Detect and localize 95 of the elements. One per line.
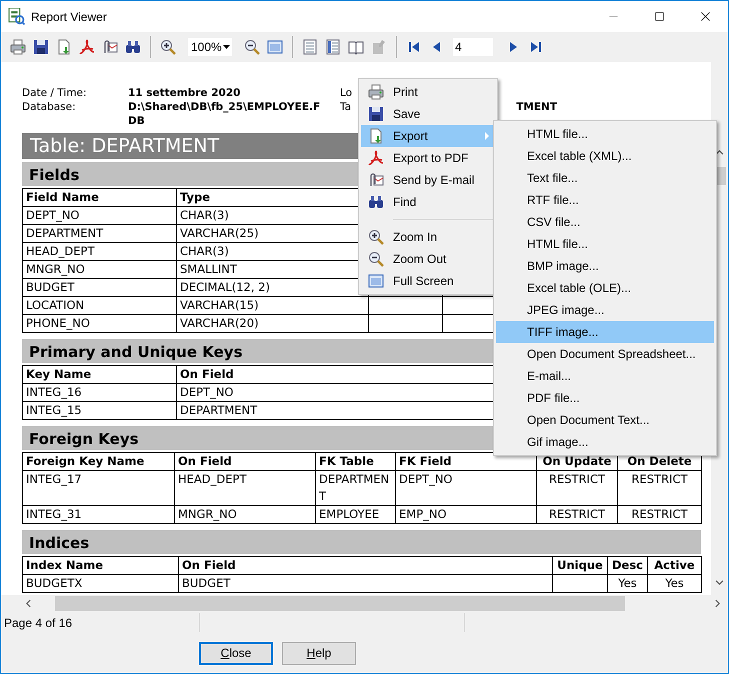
- info-value: D:\Shared\DB\fb_25\EMPLOYEE.FDB: [128, 100, 322, 128]
- column-header: Field Name: [22, 188, 176, 206]
- zoom-in-icon: [368, 229, 384, 245]
- column-header: FK Table: [316, 452, 396, 470]
- column-header: On Field: [174, 452, 316, 470]
- menu-item[interactable]: CSV file...: [496, 211, 714, 233]
- table-cell: BUDGET: [178, 574, 552, 592]
- table-cell: RESTRICT: [536, 506, 618, 524]
- info-value: 11 settembre 2020: [128, 86, 242, 100]
- pdf-icon: [79, 39, 95, 55]
- zoom-in-icon: [160, 39, 176, 55]
- table-cell: PHONE_NO: [22, 314, 176, 332]
- window-icon: [267, 39, 283, 55]
- column-header: Unique: [552, 556, 608, 574]
- table-cell: INTEG_31: [22, 506, 174, 524]
- page-columns-icon: [325, 39, 341, 55]
- column-header: Active: [648, 556, 702, 574]
- first-page-icon: [406, 39, 422, 55]
- scroll-up-icon: [715, 148, 724, 157]
- info-label: Lo: [340, 86, 352, 100]
- floppy-icon: [33, 39, 49, 55]
- scrollbar-thumb[interactable]: [55, 596, 625, 611]
- menu-item[interactable]: BMP image...: [496, 255, 714, 277]
- document-arrow-icon: [368, 128, 384, 144]
- document-arrow-icon: [56, 39, 72, 55]
- column-header: Desc: [608, 556, 648, 574]
- table-cell: LOCATION: [22, 296, 176, 314]
- column-header: Foreign Key Name: [22, 452, 174, 470]
- table-cell: BUDGET: [22, 278, 176, 296]
- caret-icon: [223, 45, 230, 49]
- maximize-icon: [654, 11, 664, 22]
- app-icon: [8, 8, 25, 25]
- page-number-field[interactable]: 4: [453, 38, 493, 56]
- printer-icon: [10, 39, 26, 55]
- table-cell: HEAD_DEPT: [174, 470, 316, 506]
- table-cell: HEAD_DEPT: [22, 242, 176, 260]
- window-icon: [368, 273, 384, 289]
- floppy-icon: [368, 106, 384, 122]
- menu-item[interactable]: Print: [361, 81, 495, 103]
- close-button[interactable]: Close: [199, 642, 273, 664]
- page-lines-icon: [302, 39, 318, 55]
- table-cell: DEPARTMENT: [22, 224, 176, 242]
- info-label: Date / Time:: [22, 86, 88, 100]
- help-button[interactable]: Help: [282, 642, 356, 664]
- table-cell: RESTRICT: [618, 506, 702, 524]
- table-cell: Yes: [648, 574, 702, 592]
- table-cell: INTEG_17: [22, 470, 174, 506]
- column-header: Key Name: [22, 366, 176, 384]
- scroll-right-icon: [713, 599, 722, 608]
- scroll-left-icon: [24, 599, 32, 608]
- zoom-out-icon: [244, 39, 260, 55]
- table-cell: VARCHAR(15): [176, 296, 368, 314]
- binoculars-icon: [125, 39, 141, 55]
- open-book-icon: [348, 39, 364, 55]
- paperclip-envelope-icon: [368, 172, 384, 188]
- menu-item[interactable]: TIFF image...: [496, 321, 714, 343]
- status-text: Page 4 of 16: [4, 614, 72, 632]
- table-cell: Yes: [608, 574, 648, 592]
- submenu-arrow-icon: [485, 132, 489, 140]
- column-header: On Field: [178, 556, 552, 574]
- table-cell: DEPT_NO: [22, 206, 176, 224]
- info-label: Database:: [22, 100, 77, 115]
- table-cell: DEPT_NO: [396, 470, 536, 506]
- window-title: Report Viewer: [31, 8, 108, 26]
- printer-icon: [368, 84, 384, 100]
- menu-item[interactable]: Export: [361, 125, 495, 147]
- info-value: TMENT: [515, 100, 557, 115]
- table-cell: MNGR_NO: [174, 506, 316, 524]
- pdf-icon: [368, 150, 384, 166]
- scroll-down-icon: [715, 578, 724, 588]
- table-cell: RESTRICT: [536, 470, 618, 506]
- close-icon: [700, 11, 710, 22]
- zoom-dropdown[interactable]: 100%: [188, 38, 232, 56]
- last-page-icon: [528, 39, 544, 55]
- menu-item[interactable]: JPEG image...: [496, 299, 714, 321]
- info-label: Ta: [340, 100, 352, 115]
- table-cell: BUDGETX: [22, 574, 178, 592]
- table-cell: INTEG_16: [22, 384, 176, 402]
- table-cell: MNGR_NO: [22, 260, 176, 278]
- menu-item[interactable]: Save: [361, 103, 495, 125]
- table-cell: EMPLOYEE: [316, 506, 396, 524]
- table-cell: VARCHAR(20): [176, 314, 368, 332]
- column-header: Index Name: [22, 556, 178, 574]
- zoom-out-icon: [368, 251, 384, 267]
- disabled-document-pencil-icon: [371, 39, 387, 55]
- table-cell: EMP_NO: [396, 506, 536, 524]
- menu-item[interactable]: RTF file...: [496, 189, 714, 211]
- table-cell: RESTRICT: [618, 470, 702, 506]
- section-heading: Indices: [22, 530, 701, 554]
- paperclip-envelope-icon: [102, 39, 118, 55]
- menu-item[interactable]: Excel table (OLE)...: [496, 277, 714, 299]
- binoculars-icon: [368, 194, 384, 210]
- menu-item[interactable]: HTML file...: [496, 233, 714, 255]
- table-cell: INTEG_15: [22, 402, 176, 420]
- table-cell: DEPARTMENT: [316, 470, 396, 506]
